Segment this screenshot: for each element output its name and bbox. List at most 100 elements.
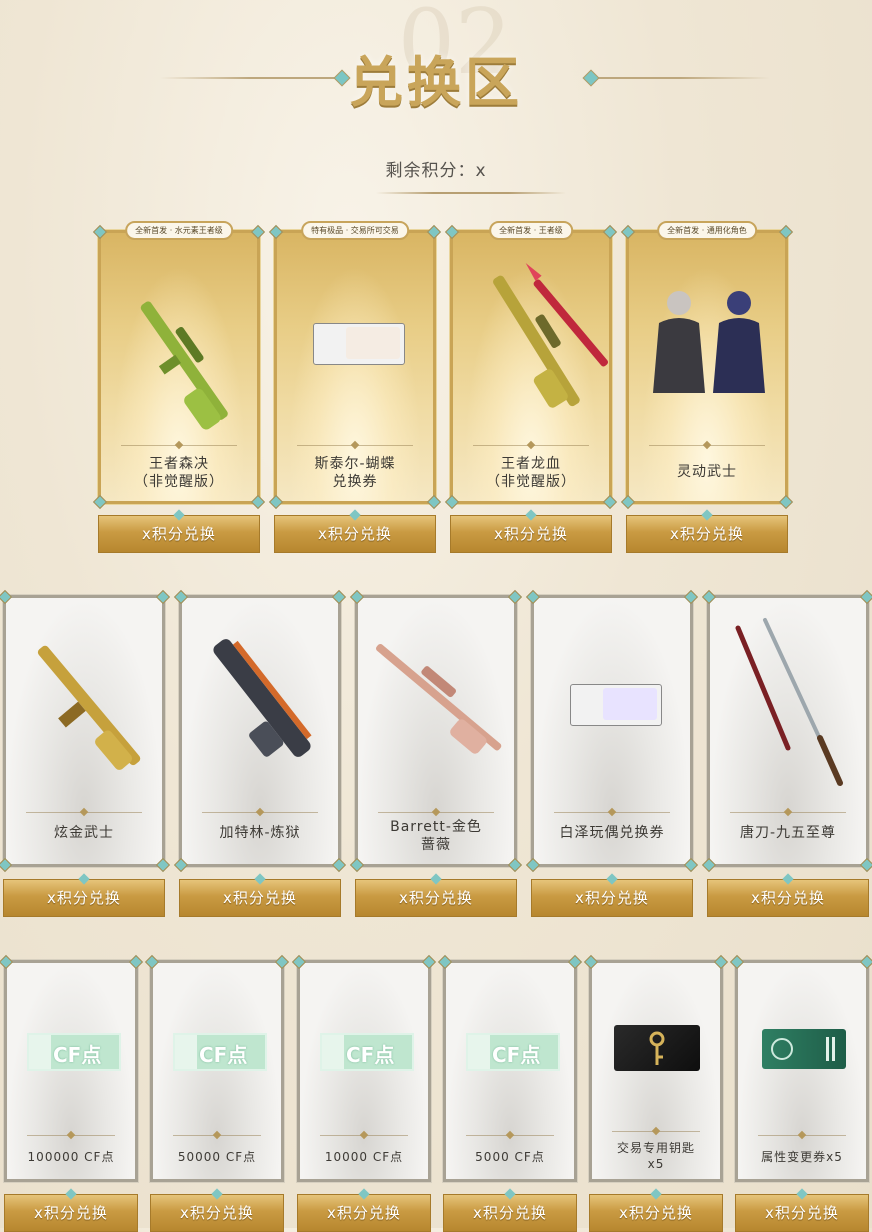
corner-gem bbox=[683, 857, 699, 873]
cf-ticket-label: CF点 bbox=[492, 1043, 541, 1067]
card-name: 加特林-炼狱 bbox=[219, 825, 301, 841]
name-divider bbox=[26, 812, 142, 813]
corner-gem bbox=[525, 857, 541, 873]
reward-card[interactable]: 全新首发 · 王者级 王者龙血 （非觉醒版） bbox=[444, 221, 618, 510]
corner-gem bbox=[274, 954, 290, 970]
exchange-button[interactable]: x积分兑换 bbox=[707, 879, 869, 917]
name-divider bbox=[612, 1131, 700, 1132]
corner-gem bbox=[437, 954, 453, 970]
name-divider bbox=[378, 812, 494, 813]
reward-card[interactable]: 属性变更券x5 bbox=[729, 954, 872, 1183]
card-name: 50000 CF点 bbox=[177, 1150, 257, 1164]
corner-gem bbox=[583, 954, 599, 970]
card-subname: （非觉醒版） bbox=[486, 474, 576, 490]
name-divider bbox=[730, 812, 846, 813]
corner-gem bbox=[729, 954, 745, 970]
corner-gem bbox=[421, 954, 437, 970]
corner-gem bbox=[525, 589, 541, 605]
corner-gem bbox=[0, 954, 14, 970]
name-divider bbox=[320, 1135, 408, 1136]
card-name: 100000 CF点 bbox=[27, 1150, 115, 1164]
reward-card[interactable]: 加特林-炼狱 bbox=[173, 589, 347, 873]
corner-gem bbox=[291, 954, 307, 970]
reward-card[interactable]: 特有极品 · 交易所可交易 斯泰尔-蝴蝶 兑换券 bbox=[268, 221, 442, 510]
exchange-button[interactable]: x积分兑换 bbox=[443, 1194, 577, 1232]
cf-points-ticket-icon: CF点 bbox=[466, 1033, 560, 1071]
attribute-ticket-icon bbox=[762, 1029, 846, 1069]
reward-card[interactable]: 唐刀-九五至尊 bbox=[701, 589, 872, 873]
reward-card[interactable]: CF点 100000 CF点 bbox=[0, 954, 144, 1183]
name-divider bbox=[27, 1135, 115, 1136]
cf-points-ticket-icon: CF点 bbox=[173, 1033, 267, 1071]
character-duo-icon bbox=[653, 291, 765, 393]
cf-ticket-label: CF点 bbox=[53, 1043, 102, 1067]
card-name: 白泽玩偶兑换券 bbox=[559, 825, 665, 841]
card-name: 10000 CF点 bbox=[324, 1150, 404, 1164]
card-subname: 蔷薇 bbox=[421, 837, 451, 853]
card-tag: 特有极品 · 交易所可交易 bbox=[301, 221, 409, 240]
exchange-button[interactable]: x积分兑换 bbox=[531, 879, 693, 917]
reward-card[interactable]: CF点 5000 CF点 bbox=[437, 954, 583, 1183]
reward-card[interactable]: CF点 10000 CF点 bbox=[291, 954, 437, 1183]
card-name: Barrett-金色 bbox=[390, 819, 482, 835]
key-icon bbox=[614, 1025, 700, 1071]
exchange-button[interactable]: x积分兑换 bbox=[450, 515, 612, 553]
cf-ticket-label: CF点 bbox=[346, 1043, 395, 1067]
exchange-button[interactable]: x积分兑换 bbox=[4, 1194, 138, 1232]
name-divider bbox=[202, 812, 318, 813]
cf-ticket-label: CF点 bbox=[199, 1043, 248, 1067]
name-divider bbox=[173, 1135, 261, 1136]
exchange-ticket-icon bbox=[313, 323, 405, 365]
name-divider bbox=[554, 812, 670, 813]
corner-gem bbox=[268, 494, 284, 510]
exchange-button[interactable]: x积分兑换 bbox=[297, 1194, 431, 1232]
card-name: 唐刀-九五至尊 bbox=[739, 825, 837, 841]
name-divider bbox=[466, 1135, 554, 1136]
exchange-button[interactable]: x积分兑换 bbox=[98, 515, 260, 553]
card-name: 5000 CF点 bbox=[475, 1150, 545, 1164]
card-subname: （非觉醒版） bbox=[134, 474, 224, 490]
exchange-button[interactable]: x积分兑换 bbox=[355, 879, 517, 917]
corner-gem bbox=[567, 954, 583, 970]
page-title: 兑换区 bbox=[349, 50, 523, 114]
name-divider bbox=[649, 445, 765, 446]
reward-card[interactable]: 全新首发 · 水元素王者级 王者森决 （非觉醒版） bbox=[92, 221, 266, 510]
corner-gem bbox=[426, 494, 442, 510]
card-name: 属性变更券x5 bbox=[761, 1150, 843, 1164]
card-name: 灵动武士 bbox=[677, 464, 737, 480]
corner-gem bbox=[144, 954, 160, 970]
cf-points-ticket-icon: CF点 bbox=[320, 1033, 414, 1071]
exchange-button[interactable]: x积分兑换 bbox=[735, 1194, 869, 1232]
doll-ticket-icon bbox=[570, 684, 662, 726]
card-name: 炫金武士 bbox=[54, 825, 114, 841]
name-divider bbox=[297, 445, 413, 446]
card-name: 王者森决 bbox=[149, 456, 209, 472]
exchange-button[interactable]: x积分兑换 bbox=[150, 1194, 284, 1232]
corner-gem bbox=[713, 954, 729, 970]
exchange-button[interactable]: x积分兑换 bbox=[179, 879, 341, 917]
exchange-button[interactable]: x积分兑换 bbox=[626, 515, 788, 553]
name-divider bbox=[758, 1135, 846, 1136]
exchange-button[interactable]: x积分兑换 bbox=[589, 1194, 723, 1232]
reward-card[interactable]: 全新首发 · 通用化角色 灵动武士 bbox=[620, 221, 794, 510]
reward-card[interactable]: 炫金武士 bbox=[0, 589, 171, 873]
corner-gem bbox=[683, 589, 699, 605]
remaining-points: 剩余积分：x bbox=[385, 161, 487, 181]
name-divider bbox=[121, 445, 237, 446]
exchange-button[interactable]: x积分兑换 bbox=[3, 879, 165, 917]
corner-gem bbox=[859, 954, 872, 970]
points-divider bbox=[376, 192, 566, 194]
reward-card[interactable]: CF点 50000 CF点 bbox=[144, 954, 290, 1183]
card-name: 王者龙血 bbox=[501, 456, 561, 472]
card-subname: 兑换券 bbox=[332, 474, 378, 490]
corner-gem bbox=[128, 954, 144, 970]
corner-gem bbox=[426, 224, 442, 240]
corner-gem bbox=[268, 224, 284, 240]
card-name: 斯泰尔-蝴蝶 bbox=[314, 456, 396, 472]
reward-card[interactable]: Barrett-金色 蔷薇 bbox=[349, 589, 523, 873]
cf-points-ticket-icon: CF点 bbox=[27, 1033, 121, 1071]
name-divider bbox=[473, 445, 589, 446]
reward-card[interactable]: 白泽玩偶兑换券 bbox=[525, 589, 699, 873]
exchange-button[interactable]: x积分兑换 bbox=[274, 515, 436, 553]
reward-card[interactable]: 交易专用钥匙 x5 bbox=[583, 954, 729, 1183]
